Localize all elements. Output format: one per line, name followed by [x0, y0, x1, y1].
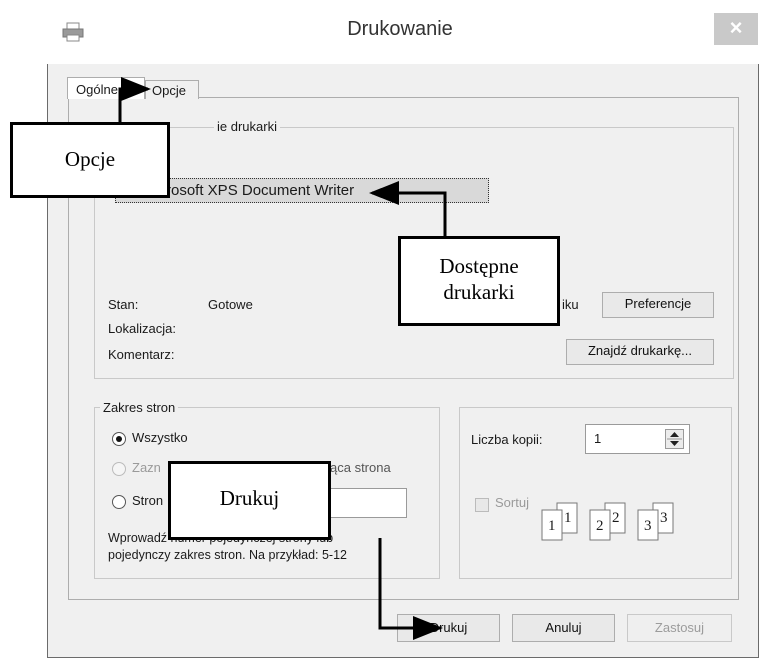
copies-label: Liczba kopii: [471, 432, 543, 447]
radio-current-page-label: ąca strona [330, 460, 391, 475]
cancel-button[interactable]: Anuluj [512, 614, 615, 642]
radio-selection-label: Zazn [132, 460, 161, 475]
callout-print: Drukuj [168, 461, 331, 540]
collate-page-3b: 3 [660, 510, 668, 526]
find-printer-button[interactable]: Znajdź drukarkę... [566, 339, 714, 365]
preferences-button[interactable]: Preferencje [602, 292, 714, 318]
collate-illustration: 1 1 2 2 3 3 [538, 500, 738, 550]
radio-selection[interactable] [112, 462, 126, 476]
spinner-icon[interactable] [665, 429, 684, 449]
print-to-file-fragment: iku [562, 297, 579, 312]
tab-ogolne-label: Ogólne [76, 82, 118, 97]
collate-page-2b: 2 [612, 510, 620, 526]
comment-label: Komentarz: [108, 347, 175, 362]
tab-opcje-label: Opcje [152, 83, 186, 98]
location-label: Lokalizacja: [108, 321, 176, 336]
status-value: Gotowe [208, 297, 253, 312]
close-button[interactable]: × [714, 13, 758, 45]
close-icon: × [729, 15, 743, 40]
callout-options-text: Opcje [64, 147, 116, 171]
preferences-button-label: Preferencje [624, 296, 692, 311]
cancel-button-label: Anuluj [545, 620, 582, 635]
radio-pages[interactable] [112, 495, 126, 509]
callout-printers-line2: drukarki [443, 280, 515, 304]
printer-icon [62, 22, 84, 42]
printer-list-item-selected[interactable]: rosoft XPS Document Writer [115, 178, 489, 203]
page-range-hint-line2: pojedynczy zakres stron. Na przykład: 5-… [108, 548, 347, 562]
window-title: Drukowanie [347, 18, 453, 40]
status-label: Stan: [108, 297, 139, 312]
callout-available-printers: Dostępne drukarki [398, 236, 560, 326]
collate-page-1a: 1 [548, 518, 556, 534]
copies-value: 1 [594, 431, 602, 446]
printer-group-label: ie drukarki [214, 119, 280, 134]
callout-options: Opcje [10, 122, 170, 198]
radio-all-label: Wszystko [132, 430, 188, 445]
pages-input[interactable] [330, 488, 407, 518]
callout-print-text: Drukuj [219, 486, 280, 510]
print-button[interactable]: Drukuj [397, 614, 500, 642]
find-printer-button-label: Znajdź drukarkę... [587, 343, 693, 358]
tab-ogolne[interactable]: Ogólne [67, 77, 145, 99]
collate-page-1b: 1 [564, 510, 572, 526]
collate-checkbox[interactable] [475, 498, 489, 512]
selected-printer-name: rosoft XPS Document Writer [166, 182, 355, 199]
callout-printers-line1: Dostępne [439, 254, 519, 278]
print-button-label: Drukuj [429, 620, 468, 635]
radio-pages-label: Stron [132, 493, 164, 508]
radio-all[interactable] [112, 432, 126, 446]
collate-page-3a: 3 [644, 518, 652, 534]
apply-button[interactable]: Zastosuj [627, 614, 732, 642]
collate-label: Sortuj [495, 495, 529, 510]
apply-button-label: Zastosuj [654, 620, 705, 635]
collate-page-2a: 2 [596, 518, 604, 534]
tab-opcje[interactable]: Opcje [145, 80, 199, 99]
page-range-label: Zakres stron [100, 400, 179, 415]
